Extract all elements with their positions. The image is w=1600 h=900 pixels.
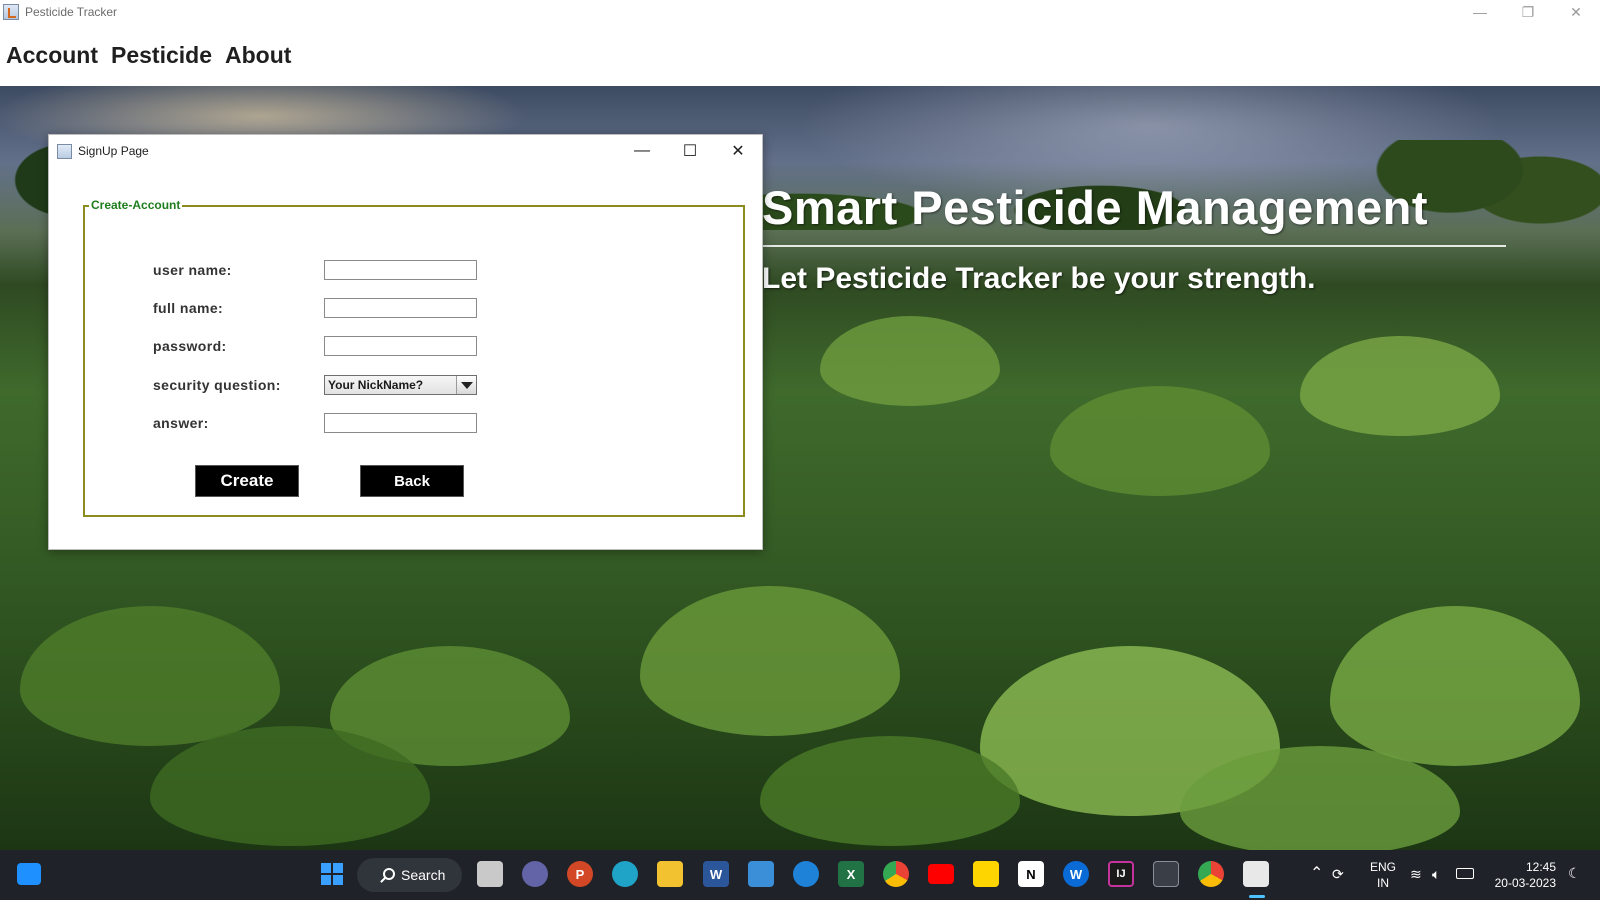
minimize-button[interactable]: — xyxy=(1456,0,1504,24)
password-input[interactable] xyxy=(324,336,477,356)
teams-icon[interactable] xyxy=(522,861,548,887)
edge-icon[interactable] xyxy=(612,861,638,887)
youtube-icon[interactable] xyxy=(928,864,954,884)
moon-icon[interactable]: ☾ xyxy=(1568,865,1581,882)
java-app-icon xyxy=(57,143,72,159)
windows-logo-icon xyxy=(321,863,343,885)
leaf-decoration xyxy=(1300,336,1500,436)
menu-bar: Account Pesticide About xyxy=(0,24,1600,86)
group-title: Create-Account xyxy=(89,198,183,212)
battery-icon[interactable] xyxy=(1456,868,1474,879)
mysql-icon[interactable] xyxy=(1153,861,1179,887)
chrome-icon[interactable] xyxy=(883,861,909,887)
screen: Pesticide Tracker — ❐ ✕ Account Pesticid… xyxy=(0,0,1600,900)
taskbar: Search P W X N W IJ ⌃ ⟳ ENG IN ≋ 🔈︎ 12:4… xyxy=(0,850,1600,900)
back-button[interactable]: Back xyxy=(360,465,464,497)
fullname-input[interactable] xyxy=(324,298,477,318)
widgets-icon[interactable] xyxy=(17,863,41,885)
chevron-up-icon[interactable]: ⌃ xyxy=(1310,863,1323,883)
window-controls: — ❐ ✕ xyxy=(1456,0,1600,24)
fullname-row: full name: xyxy=(85,298,743,320)
clock[interactable]: 12:45 20-03-2023 xyxy=(1484,859,1556,891)
leaf-decoration xyxy=(20,606,280,746)
volume-icon[interactable]: 🔈︎ xyxy=(1432,866,1440,883)
fullname-label: full name: xyxy=(153,300,224,316)
intellij-icon[interactable]: IJ xyxy=(1108,861,1134,887)
close-button[interactable]: ✕ xyxy=(1552,0,1600,24)
search-icon xyxy=(383,868,395,880)
mail-icon[interactable] xyxy=(748,861,774,887)
active-app-indicator xyxy=(1249,895,1265,898)
dialog-title: SignUp Page xyxy=(78,144,149,158)
safari-icon[interactable] xyxy=(793,861,819,887)
create-button[interactable]: Create xyxy=(195,465,299,497)
dialog-controls: — ☐ ✕ xyxy=(618,135,762,167)
notion-icon[interactable]: N xyxy=(1018,861,1044,887)
java-app-icon xyxy=(3,4,19,20)
dialog-close-button[interactable]: ✕ xyxy=(714,135,762,167)
sync-icon[interactable]: ⟳ xyxy=(1332,866,1344,883)
answer-input[interactable] xyxy=(324,413,477,433)
username-label: user name: xyxy=(153,262,232,278)
headline-text: Smart Pesticide Management xyxy=(762,181,1428,234)
menu-pesticide[interactable]: Pesticide xyxy=(111,42,212,69)
dialog-minimize-button[interactable]: — xyxy=(618,135,666,167)
webex-icon[interactable]: W xyxy=(1063,861,1089,887)
signup-dialog: SignUp Page — ☐ ✕ Create-Account user na… xyxy=(48,134,763,550)
app-title: Pesticide Tracker xyxy=(25,5,118,19)
answer-label: answer: xyxy=(153,415,209,431)
chrome-profile-icon[interactable] xyxy=(1198,861,1224,887)
start-icon[interactable] xyxy=(319,861,345,887)
language-label: ENG xyxy=(1369,860,1396,874)
search-label: Search xyxy=(401,867,446,883)
answer-row: answer: xyxy=(85,413,743,435)
sticky-notes-icon[interactable] xyxy=(973,861,999,887)
create-account-group: Create-Account user name: full name: pas… xyxy=(83,198,745,517)
menu-account[interactable]: Account xyxy=(6,42,98,69)
powerpoint-icon[interactable]: P xyxy=(567,861,593,887)
file-explorer-icon[interactable] xyxy=(657,861,683,887)
excel-icon[interactable]: X xyxy=(838,861,864,887)
security-question-label: security question: xyxy=(153,377,281,393)
security-question-dropdown[interactable]: Your NickName? xyxy=(324,375,477,395)
username-input[interactable] xyxy=(324,260,477,280)
password-row: password: xyxy=(85,336,743,358)
leaf-decoration xyxy=(820,316,1000,406)
leaf-decoration xyxy=(1050,386,1270,496)
task-view-icon[interactable] xyxy=(477,861,503,887)
security-question-row: security question: Your NickName? xyxy=(85,375,743,397)
region-label: IN xyxy=(1377,876,1389,890)
leaf-decoration xyxy=(1330,606,1580,766)
headline-divider xyxy=(762,245,1506,247)
main-window-titlebar: Pesticide Tracker — ❐ ✕ xyxy=(0,0,1600,24)
taskbar-search[interactable]: Search xyxy=(357,858,462,892)
clock-date: 20-03-2023 xyxy=(1494,876,1556,890)
leaf-decoration xyxy=(640,586,900,736)
menu-about[interactable]: About xyxy=(225,42,291,69)
dialog-titlebar[interactable]: SignUp Page — ☐ ✕ xyxy=(49,135,762,167)
chevron-down-icon[interactable] xyxy=(456,376,476,394)
username-row: user name: xyxy=(85,260,743,282)
language-indicator[interactable]: ENG IN xyxy=(1366,859,1400,891)
word-icon[interactable]: W xyxy=(703,861,729,887)
tagline-text: Let Pesticide Tracker be your strength. xyxy=(762,262,1316,295)
wifi-icon[interactable]: ≋ xyxy=(1410,866,1422,883)
java-icon[interactable] xyxy=(1243,861,1269,887)
clock-time: 12:45 xyxy=(1525,860,1556,874)
security-question-selected: Your NickName? xyxy=(328,378,424,392)
restore-button[interactable]: ❐ xyxy=(1504,0,1552,24)
password-label: password: xyxy=(153,338,227,354)
dialog-maximize-button[interactable]: ☐ xyxy=(666,135,714,167)
